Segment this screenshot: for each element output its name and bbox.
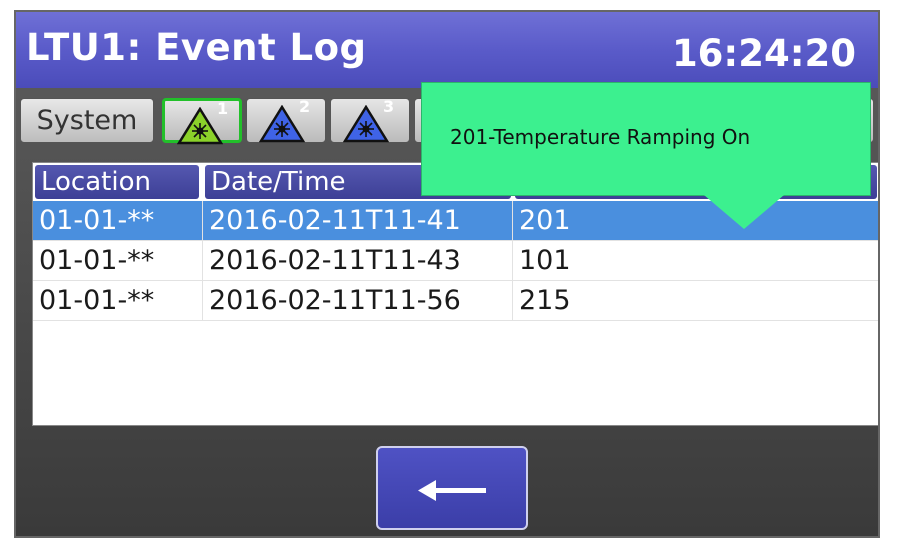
- cell-datetime: 2016-02-11T11-56: [203, 281, 513, 320]
- cell-location: 01-01-**: [33, 201, 203, 240]
- tab-system[interactable]: System: [20, 98, 154, 143]
- cell-location: 01-01-**: [33, 241, 203, 280]
- cell-location: 01-01-**: [33, 281, 203, 320]
- header-bar: LTU1: Event Log 16:24:20: [16, 12, 878, 88]
- clock: 16:24:20: [671, 32, 856, 75]
- tab-number: 1: [217, 99, 229, 118]
- column-header-location[interactable]: Location: [35, 165, 199, 199]
- back-button[interactable]: [376, 446, 528, 530]
- tab-number: 2: [299, 97, 311, 116]
- cell-datetime: 2016-02-11T11-41: [203, 201, 513, 240]
- tab-laser-1[interactable]: 1: [162, 98, 242, 145]
- tab-number: 3: [383, 97, 395, 116]
- cell-event: 215: [519, 285, 571, 316]
- tooltip-text: 201-Temperature Ramping On: [450, 125, 751, 149]
- cell-datetime: 2016-02-11T11-43: [203, 241, 513, 280]
- event-tooltip: 201-Temperature Ramping On: [421, 82, 871, 196]
- table-row[interactable]: 01-01-** 2016-02-11T11-56 215: [33, 281, 878, 321]
- event-log-screen: LTU1: Event Log 16:24:20 System 1 2 3 Lo…: [14, 10, 880, 538]
- tab-laser-3[interactable]: 3: [330, 97, 410, 143]
- page-title: LTU1: Event Log: [26, 26, 367, 69]
- arrow-left-icon: [418, 480, 486, 501]
- cell-event: 201: [519, 205, 571, 236]
- tab-laser-2[interactable]: 2: [246, 97, 326, 143]
- tooltip-pointer: [704, 195, 784, 229]
- cell-event: 101: [519, 245, 571, 276]
- table-row[interactable]: 01-01-** 2016-02-11T11-43 101: [33, 241, 878, 281]
